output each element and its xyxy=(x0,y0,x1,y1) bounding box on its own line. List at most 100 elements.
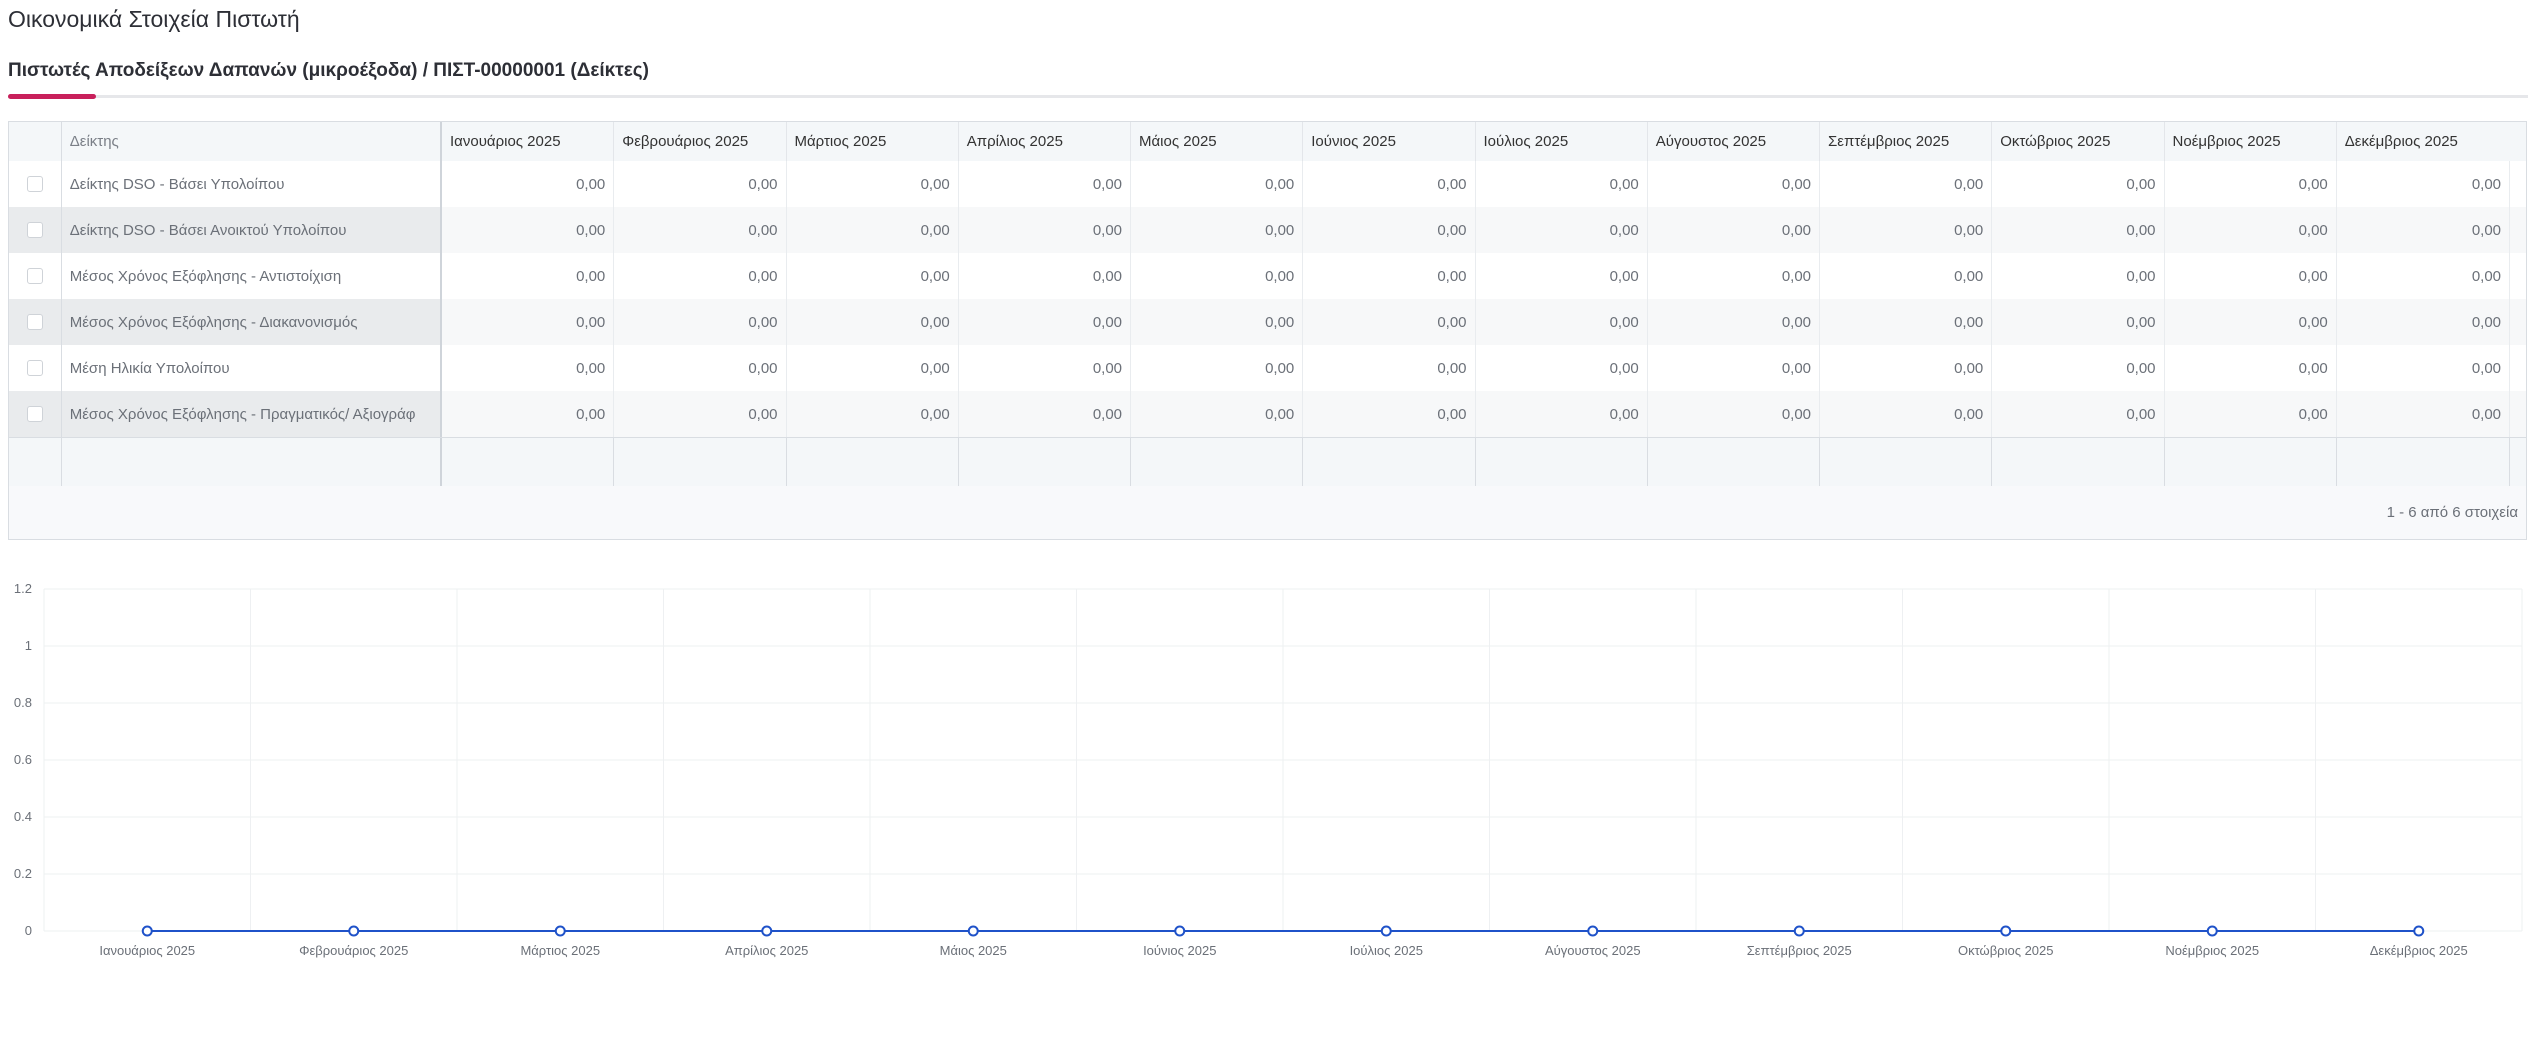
indicator-name: Μέση Ηλικία Υπολοίπου xyxy=(62,345,443,391)
series-point[interactable] xyxy=(967,925,979,937)
month-value-cell: 0,00 xyxy=(1476,253,1648,299)
grid-filter-row xyxy=(9,437,2526,487)
active-tab-indicator xyxy=(8,94,96,99)
x-tick-label: Ιούνιος 2025 xyxy=(1143,943,1216,958)
month-value-cell: 0,00 xyxy=(1303,345,1476,391)
table-row[interactable]: Δείκτης DSO - Βάσει Υπολοίπου 0,00 0,00 0,0… xyxy=(9,161,2526,207)
filter-cell[interactable] xyxy=(1476,438,1648,486)
month-value-cell: 0,00 xyxy=(1303,253,1476,299)
month-value-cell: 0,00 xyxy=(442,253,615,299)
column-header-month[interactable]: Νοέμβριος 2025 xyxy=(2165,122,2337,161)
series-point[interactable] xyxy=(2413,925,2425,937)
column-header-month[interactable]: Φεβρουάριος 2025 xyxy=(614,122,787,161)
series-point[interactable] xyxy=(1380,925,1392,937)
month-value-cell: 0,00 xyxy=(959,207,1132,253)
month-value-cell: 0,00 xyxy=(787,253,959,299)
row-checkbox[interactable] xyxy=(26,406,43,422)
month-value-cell: 0,00 xyxy=(1131,391,1304,437)
column-header-month[interactable]: Δεκέμβριος 2025 xyxy=(2337,122,2510,161)
month-value-cell: 0,00 xyxy=(614,207,787,253)
x-tick-label: Σεπτέμβριος 2025 xyxy=(1747,943,1852,958)
row-scroll-spacer xyxy=(2510,161,2526,207)
month-value-cell: 0,00 xyxy=(1992,391,2165,437)
indicator-name: Δείκτης DSO - Βάσει Υπολοίπου xyxy=(62,161,443,207)
filter-cell[interactable] xyxy=(62,438,443,486)
header-select-cell xyxy=(9,122,62,161)
month-value-cell: 0,00 xyxy=(2337,299,2511,345)
row-select-cell xyxy=(9,345,62,391)
filter-cell xyxy=(9,438,62,486)
table-row[interactable]: Μέσος Χρόνος Εξόφλησης - Διακανονισμός 0,… xyxy=(9,299,2526,345)
month-value-cell: 0,00 xyxy=(442,161,615,207)
row-checkbox[interactable] xyxy=(26,360,43,376)
row-checkbox[interactable] xyxy=(26,268,43,284)
grid-subtitle: Πιστωτές Αποδείξεων Δαπανών (μικροέξοδα)… xyxy=(8,60,649,81)
series-point[interactable] xyxy=(1587,925,1599,937)
month-value-cell: 0,00 xyxy=(1131,253,1304,299)
month-value-cell: 0,00 xyxy=(787,299,959,345)
table-row[interactable]: Μέσος Χρόνος Εξόφλησης - Πραγματικός/ Αξ… xyxy=(9,391,2526,437)
month-value-cell: 0,00 xyxy=(2165,345,2337,391)
series-point[interactable] xyxy=(2000,925,2012,937)
month-value-cell: 0,00 xyxy=(1820,391,1993,437)
month-value-cell: 0,00 xyxy=(2337,345,2511,391)
month-value-cell: 0,00 xyxy=(442,299,615,345)
table-row[interactable]: Δείκτης DSO - Βάσει Ανοικτού Υπολοίπου 0,… xyxy=(9,207,2526,253)
series-point[interactable] xyxy=(1174,925,1186,937)
series-point[interactable] xyxy=(2206,925,2218,937)
filter-cell[interactable] xyxy=(1648,438,1821,486)
month-value-cell: 0,00 xyxy=(2165,391,2337,437)
column-header-month[interactable]: Ιανουάριος 2025 xyxy=(442,122,615,161)
column-header-month[interactable]: Μάρτιος 2025 xyxy=(787,122,959,161)
month-value-cell: 0,00 xyxy=(1820,299,1993,345)
row-checkbox[interactable] xyxy=(26,222,43,238)
filter-cell[interactable] xyxy=(614,438,787,486)
filter-cell[interactable] xyxy=(787,438,959,486)
filter-cell[interactable] xyxy=(959,438,1132,486)
row-select-cell xyxy=(9,391,62,437)
column-header-month[interactable]: Οκτώβριος 2025 xyxy=(1992,122,2165,161)
x-tick-label: Φεβρουάριος 2025 xyxy=(299,943,408,958)
filter-cell[interactable] xyxy=(1131,438,1304,486)
column-header-month[interactable]: Απρίλιος 2025 xyxy=(959,122,1132,161)
month-value-cell: 0,00 xyxy=(1648,207,1821,253)
month-value-cell: 0,00 xyxy=(787,391,959,437)
column-header-month[interactable]: Ιούνιος 2025 xyxy=(1303,122,1476,161)
series-point[interactable] xyxy=(554,925,566,937)
table-row[interactable]: Μέσος Χρόνος Εξόφλησης - Αντιστοίχιση 0,0… xyxy=(9,253,2526,299)
series-point[interactable] xyxy=(141,925,153,937)
row-checkbox[interactable] xyxy=(26,314,43,330)
indicator-name: Δείκτης DSO - Βάσει Ανοικτού Υπολοίπου xyxy=(61,207,443,253)
table-row[interactable]: Μέση Ηλικία Υπολοίπου 0,00 0,00 0,00 0,00 0,0… xyxy=(9,345,2526,391)
filter-cell[interactable] xyxy=(2337,438,2511,486)
filter-cell[interactable] xyxy=(1992,438,2165,486)
month-value-cell: 0,00 xyxy=(1131,161,1304,207)
grid-header-row: Δείκτης Ιανουάριος 2025 Φεβρουάριος 2025… xyxy=(9,122,2526,162)
column-header-indicator[interactable]: Δείκτης xyxy=(62,122,443,161)
month-value-cell: 0,00 xyxy=(1648,299,1821,345)
month-value-cell: 0,00 xyxy=(787,161,959,207)
column-header-month[interactable]: Ιούλιος 2025 xyxy=(1476,122,1648,161)
month-value-cell: 0,00 xyxy=(1992,161,2165,207)
column-header-month[interactable]: Αύγουστος 2025 xyxy=(1648,122,1821,161)
month-value-cell: 0,00 xyxy=(787,207,959,253)
month-value-cell: 0,00 xyxy=(1476,161,1648,207)
filter-cell[interactable] xyxy=(1303,438,1476,486)
month-value-cell: 0,00 xyxy=(959,253,1132,299)
column-header-month[interactable]: Μάιος 2025 xyxy=(1131,122,1304,161)
filter-cell[interactable] xyxy=(2165,438,2337,486)
row-checkbox[interactable] xyxy=(26,176,43,192)
x-tick-label: Αύγουστος 2025 xyxy=(1545,943,1641,958)
x-tick-label: Μάιος 2025 xyxy=(940,943,1007,958)
series-point[interactable] xyxy=(348,925,360,937)
month-value-cell: 0,00 xyxy=(442,345,615,391)
filter-cell[interactable] xyxy=(442,438,615,486)
y-tick-label: 1 xyxy=(25,638,32,653)
month-value-cell: 0,00 xyxy=(1648,345,1821,391)
series-point[interactable] xyxy=(1793,925,1805,937)
series-point[interactable] xyxy=(761,925,773,937)
x-tick-label: Απρίλιος 2025 xyxy=(725,943,808,958)
filter-cell[interactable] xyxy=(1820,438,1993,486)
column-header-month[interactable]: Σεπτέμβριος 2025 xyxy=(1820,122,1993,161)
month-value-cell: 0,00 xyxy=(1476,207,1648,253)
